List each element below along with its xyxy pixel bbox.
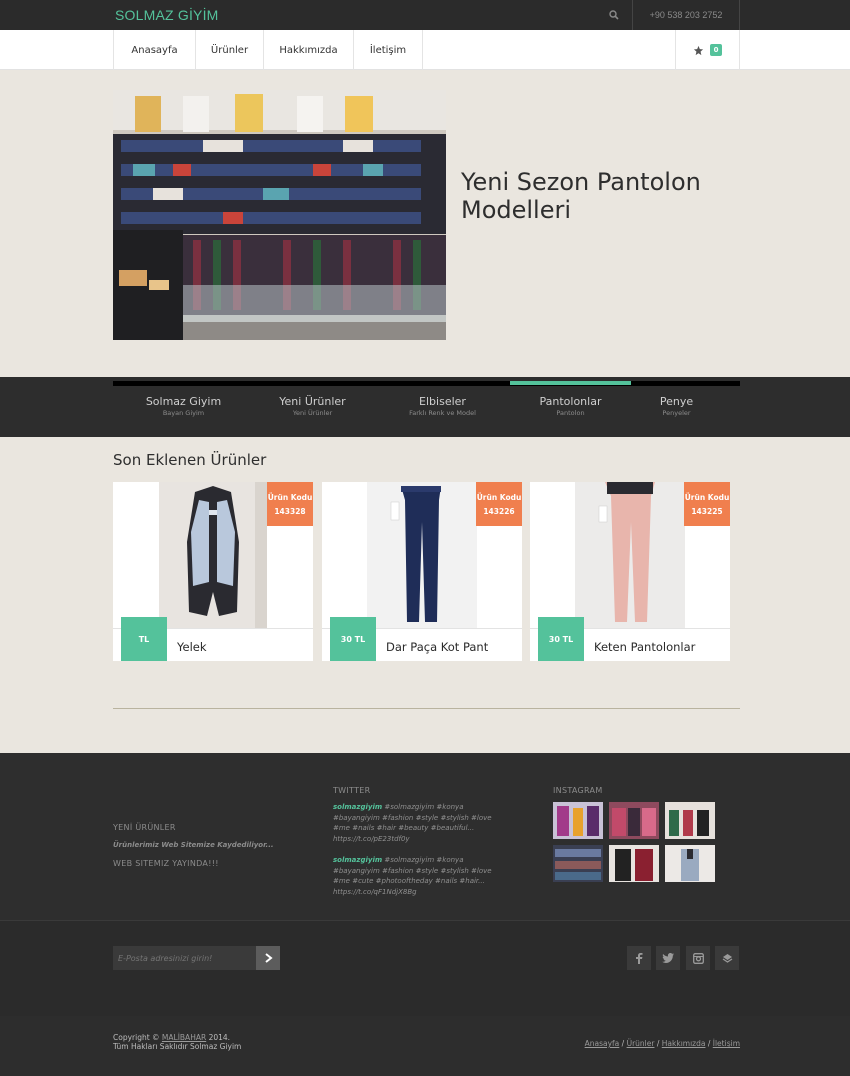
- twitter-icon: [662, 953, 674, 963]
- cart-count-badge: 0: [709, 44, 723, 56]
- price-badge: 30 TL: [538, 617, 584, 661]
- category-title: Yeni Ürünler: [279, 395, 346, 408]
- category-title: Penye: [659, 395, 694, 408]
- store-shelves-illustration: [113, 90, 446, 340]
- category-elbiseler[interactable]: Elbiseler Farklı Renk ve Model: [380, 395, 505, 417]
- category-subtitle: Farklı Renk ve Model: [409, 409, 476, 417]
- nav-item-anasayfa[interactable]: Anasayfa: [113, 30, 195, 70]
- footer-heading-site-live: WEB SITEMIZ YAYINDA!!!: [113, 859, 219, 868]
- search-icon: [609, 10, 619, 20]
- category-yeni-urunler[interactable]: Yeni Ürünler Yeni Ürünler: [250, 395, 375, 417]
- product-code-label: Ürün Kodu: [476, 493, 522, 502]
- tweet: solmazgiyim #solmazgiyim #konya #bayangi…: [333, 802, 508, 844]
- product-code: 143226: [483, 507, 515, 516]
- main-nav: Anasayfa Ürünler Hakkımızda İletişim 0: [0, 30, 850, 70]
- product-card[interactable]: Ürün Kodu 143225 30 TL Keten Pantolonlar: [530, 482, 730, 661]
- product-name[interactable]: Yelek: [177, 640, 207, 654]
- price-badge: 30 TL: [330, 617, 376, 661]
- instagram-photo[interactable]: [665, 802, 715, 839]
- footer-link-urunler[interactable]: Ürünler: [627, 1039, 655, 1048]
- nav-item-urunler[interactable]: Ürünler: [195, 30, 263, 70]
- category-title: Elbiseler: [419, 395, 466, 408]
- facebook-icon: [636, 953, 643, 964]
- instagram-photo[interactable]: [609, 802, 659, 839]
- product-code: 143328: [274, 507, 306, 516]
- product-card[interactable]: Ürün Kodu 143226 30 TL Dar Paça Kot Pant: [322, 482, 522, 661]
- foursquare-button[interactable]: [715, 946, 739, 970]
- product-image[interactable]: [367, 482, 477, 628]
- footer-note: Ürünlerimiz Web Sitemize Kaydediliyor...: [113, 841, 274, 849]
- category-title: Solmaz Giyim: [145, 395, 222, 408]
- facebook-button[interactable]: [627, 946, 651, 970]
- vest-illustration: [159, 482, 267, 628]
- footer-heading-new-products: YENİ ÜRÜNLER: [113, 823, 176, 832]
- tweet-user[interactable]: solmazgiyim: [333, 856, 382, 864]
- copyright-year: 2014.: [208, 1033, 231, 1042]
- product-code-label: Ürün Kodu: [684, 493, 730, 502]
- phone-number: +90 538 203 2752: [632, 0, 740, 30]
- brand-logo[interactable]: SOLMAZ GİYİM: [115, 7, 219, 23]
- footer-heading-twitter: TWITTER: [333, 786, 371, 795]
- foursquare-icon: [722, 953, 732, 963]
- category-bar: [113, 381, 740, 386]
- product-code-label: Ürün Kodu: [267, 493, 313, 502]
- nav-item-iletisim[interactable]: İletişim: [353, 30, 423, 70]
- hero-image[interactable]: [113, 90, 446, 340]
- search-button[interactable]: [596, 0, 632, 30]
- product-code: 143225: [691, 507, 723, 516]
- product-image[interactable]: [159, 482, 267, 628]
- instagram-photo[interactable]: [665, 845, 715, 882]
- product-name[interactable]: Keten Pantolonlar: [594, 640, 695, 654]
- product-code-badge: Ürün Kodu 143226: [476, 482, 522, 526]
- category-subtitle: Bayan Giyim: [162, 409, 205, 417]
- instagram-icon: [692, 952, 704, 964]
- copyright-line2: Tüm Hakları Saklıdır Solmaz Giyim: [113, 1042, 242, 1051]
- product-code-badge: Ürün Kodu 143328: [267, 482, 313, 526]
- copyright-prefix: Copyright ©: [113, 1033, 160, 1042]
- footer-heading-instagram: INSTAGRAM: [553, 786, 603, 795]
- instagram-photo[interactable]: [609, 845, 659, 882]
- category-solmaz-giyim[interactable]: Solmaz Giyim Bayan Giyim: [121, 395, 246, 417]
- footer-link-hakkimizda[interactable]: Hakkımızda: [662, 1039, 706, 1048]
- copyright: Copyright © MALİBAHAR 2014. Tüm Hakları …: [113, 1033, 241, 1051]
- newsletter-submit-button[interactable]: [256, 946, 280, 970]
- section-divider: [113, 708, 740, 709]
- nav-item-hakkimizda[interactable]: Hakkımızda: [263, 30, 353, 70]
- product-image[interactable]: [575, 482, 685, 628]
- instagram-button[interactable]: [686, 946, 710, 970]
- tweet-user[interactable]: solmazgiyim: [333, 803, 382, 811]
- category-subtitle: Penyeler: [662, 409, 691, 417]
- instagram-photo[interactable]: [553, 845, 603, 882]
- twitter-button[interactable]: [656, 946, 680, 970]
- footer-link-iletisim[interactable]: İletişim: [713, 1039, 740, 1048]
- footer-link-anasayfa[interactable]: Anasayfa: [585, 1039, 620, 1048]
- jeans-illustration: [367, 482, 477, 628]
- product-card[interactable]: Ürün Kodu 143328 TL Yelek: [113, 482, 313, 661]
- product-name[interactable]: Dar Paça Kot Pant: [386, 640, 488, 654]
- newsletter-email-input[interactable]: [113, 946, 256, 970]
- instagram-photo[interactable]: [553, 802, 603, 839]
- cart-button[interactable]: 0: [675, 30, 740, 70]
- product-code-badge: Ürün Kodu 143225: [684, 482, 730, 526]
- pants-illustration: [575, 482, 685, 628]
- category-penye[interactable]: Penye Penyeler: [614, 395, 739, 417]
- price-badge: TL: [121, 617, 167, 661]
- copyright-link[interactable]: MALİBAHAR: [162, 1033, 206, 1042]
- footer-links: Anasayfa / Ürünler / Hakkımızda / İletiş…: [584, 1039, 740, 1048]
- category-active-indicator: [510, 381, 631, 385]
- category-subtitle: Yeni Ürünler: [292, 409, 333, 417]
- chevron-right-icon: [264, 953, 273, 963]
- star-icon: [693, 45, 703, 55]
- section-title: Son Eklenen Ürünler: [113, 451, 267, 469]
- tweet: solmazgiyim #solmazgiyim #konya #bayangi…: [333, 855, 508, 897]
- hero-title: Yeni Sezon Pantolon Modelleri: [461, 168, 701, 224]
